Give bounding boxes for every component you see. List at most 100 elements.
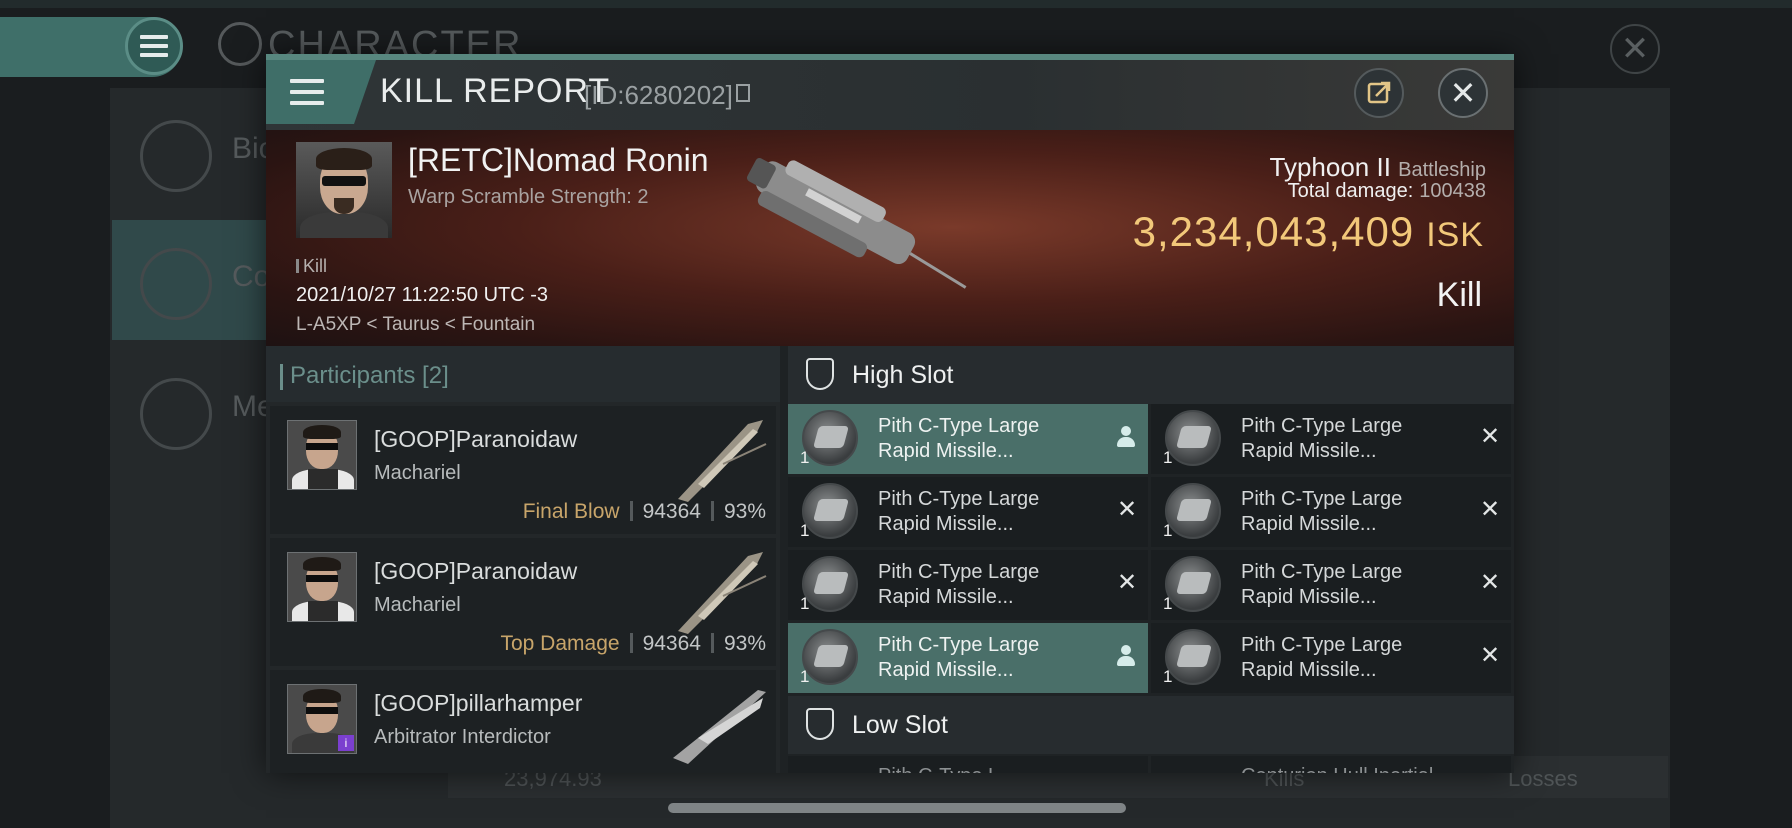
kill-result: Kill — [1436, 276, 1482, 314]
module-quantity: 1 — [1163, 594, 1173, 613]
module-item[interactable]: 1 Pith C-Type Large Rapid Missile... ✕ — [1151, 477, 1511, 547]
horizontal-scrollbar[interactable] — [668, 803, 1126, 813]
dropped-pilot-icon — [1116, 645, 1136, 667]
module-name-line1: Pith C-Type Large — [878, 415, 1040, 437]
sidebar-item-medals[interactable]: Me — [112, 350, 274, 470]
sidebar-item-label: Co — [232, 260, 271, 293]
module-name: Pith C-Type Large Rapid Missile... — [1241, 560, 1471, 610]
character-close-icon[interactable]: ✕ — [1610, 24, 1660, 74]
module-quantity: 1 — [800, 667, 810, 686]
module-name-line1: Pith C-Type Large — [1241, 634, 1403, 656]
share-button[interactable] — [1354, 68, 1404, 118]
fittings-panel: High Slot 1 Pith C-Type Large Rapid Missi… — [788, 346, 1514, 773]
module-name-line1: Pith C-Type Large — [1241, 488, 1403, 510]
module-item[interactable]: 1 Pith C-Type Large Rapid Missile... ✕ — [1151, 550, 1511, 620]
victim-avatar[interactable] — [296, 142, 392, 238]
participant-percent: 93% — [723, 632, 766, 655]
module-name-line2: Rapid Missile... — [1241, 586, 1377, 608]
low-slot-header: Low Slot — [788, 696, 1514, 754]
isk-value: 3,234,043,409 ISK — [1133, 208, 1484, 256]
participant-avatar[interactable] — [287, 552, 357, 622]
participant-row[interactable]: [GOOP]Paranoidaw Machariel Top Damage 943… — [270, 538, 776, 666]
participants-title[interactable]: Participants [2] — [280, 362, 449, 390]
sidebar-item-combat[interactable]: Co — [112, 220, 272, 340]
destroyed-x-icon: ✕ — [1479, 569, 1501, 596]
module-name-line1: Pith C-Type Large — [878, 561, 1040, 583]
module-name-line2: Rapid Missile... — [878, 586, 1014, 608]
module-name-line2: Rapid Missile... — [1241, 440, 1377, 462]
module-item[interactable]: 1 Pith C-Type Large Rapid Missile... ✕ — [1151, 404, 1511, 474]
module-item[interactable]: Centurion Hull Inertial... — [1151, 756, 1511, 773]
ship-type: Typhoon II — [1269, 152, 1391, 182]
participant-row[interactable]: [GOOP]Paranoidaw Machariel Final Blow 943… — [270, 406, 776, 534]
ship-class: Battleship — [1398, 159, 1486, 181]
missile-launcher-icon — [802, 483, 858, 539]
high-slot-header: High Slot — [788, 346, 1514, 404]
total-damage: Total damage: 100438 — [1288, 180, 1486, 203]
missile-launcher-icon — [1165, 556, 1221, 612]
module-name-line2: Rapid Missile... — [1241, 659, 1377, 681]
destroyed-x-icon: ✕ — [1479, 642, 1501, 669]
module-quantity: 1 — [800, 521, 810, 540]
module-item[interactable]: Pith C-Type L... — [788, 756, 1148, 773]
victim-ship-image[interactable] — [706, 140, 986, 310]
info-badge-icon: i — [338, 735, 354, 751]
sidebar-item-bio[interactable]: Bio — [112, 92, 275, 212]
high-slot-icon — [806, 358, 834, 390]
participant-name: [GOOP]Paranoidaw — [374, 558, 578, 584]
participant-ship-image — [678, 420, 767, 502]
participant-avatar[interactable] — [287, 420, 357, 490]
final-blow-label: Final Blow — [522, 500, 620, 523]
module-item[interactable]: 1 Pith C-Type Large Rapid Missile... ✕ — [1151, 623, 1511, 693]
participant-row[interactable]: i [GOOP]pillarhamper Arbitrator Interdic… — [270, 670, 776, 773]
module-name: Pith C-Type Large Rapid Missile... — [1241, 414, 1471, 464]
menu-icon — [140, 35, 168, 57]
top-edge — [0, 0, 1792, 8]
participant-avatar[interactable]: i — [287, 684, 357, 754]
kill-tag: Kill — [296, 256, 327, 277]
module-item[interactable]: 1 Pith C-Type Large Rapid Missile... ✕ — [788, 477, 1148, 547]
module-name-line2: Rapid Missile... — [878, 440, 1014, 462]
close-icon: ✕ — [1449, 75, 1477, 111]
module-name: Pith C-Type L... — [878, 764, 1108, 773]
kill-report-id: [ID:6280202] — [584, 80, 733, 110]
participants-panel: Participants [2] [GOOP]Paranoidaw Machar… — [266, 346, 780, 773]
main-menu-button[interactable] — [125, 17, 183, 75]
high-slot-label: High Slot — [852, 361, 954, 389]
module-item[interactable]: 1 Pith C-Type Large Rapid Missile... — [788, 404, 1148, 474]
total-damage-label: Total damage: — [1287, 180, 1414, 202]
module-item[interactable]: 1 Pith C-Type Large Rapid Missile... — [788, 623, 1148, 693]
module-item[interactable]: 1 Pith C-Type Large Rapid Missile... ✕ — [788, 550, 1148, 620]
kill-location[interactable]: L-A5XP < Taurus < Fountain — [296, 314, 535, 336]
copy-icon[interactable] — [736, 84, 750, 102]
kill-report-window: KILL REPORT [ID:6280202] ✕ [RETC]Nomad R… — [266, 54, 1514, 773]
kill-report-title: KILL REPORT — [380, 72, 611, 110]
module-quantity: 1 — [1163, 448, 1173, 467]
close-button[interactable]: ✕ — [1438, 68, 1488, 118]
character-icon — [218, 22, 262, 66]
isk-unit: ISK — [1426, 216, 1484, 254]
total-damage-value: 100438 — [1419, 180, 1486, 202]
ship-name[interactable]: Typhoon II Battleship — [1270, 152, 1487, 183]
participant-stats: Final Blow 94364 93% — [523, 500, 766, 524]
participant-name: [GOOP]pillarhamper — [374, 690, 583, 716]
star-icon — [140, 378, 212, 450]
module-name: Pith C-Type Large Rapid Missile... — [878, 633, 1108, 683]
low-slot-icon — [806, 708, 834, 740]
module-name-line1: Pith C-Type Large — [878, 634, 1040, 656]
low-slot-label: Low Slot — [852, 711, 948, 739]
participant-damage: 94364 — [642, 500, 701, 523]
participant-ship: Machariel — [374, 462, 461, 484]
participant-name: [GOOP]Paranoidaw — [374, 426, 578, 452]
missile-launcher-icon — [1165, 483, 1221, 539]
destroyed-x-icon: ✕ — [1479, 423, 1501, 450]
crossed-swords-icon — [140, 248, 212, 320]
module-name-line1: Pith C-Type Large — [878, 488, 1040, 510]
module-name-line1: Pith C-Type Large — [1241, 415, 1403, 437]
missile-launcher-icon — [802, 629, 858, 685]
external-link-icon — [1367, 81, 1391, 104]
module-name-line1: Pith C-Type Large — [1241, 561, 1403, 583]
module-name: Pith C-Type Large Rapid Missile... — [1241, 633, 1471, 683]
victim-name[interactable]: [RETC]Nomad Ronin — [408, 142, 709, 179]
module-quantity: 1 — [1163, 667, 1173, 686]
